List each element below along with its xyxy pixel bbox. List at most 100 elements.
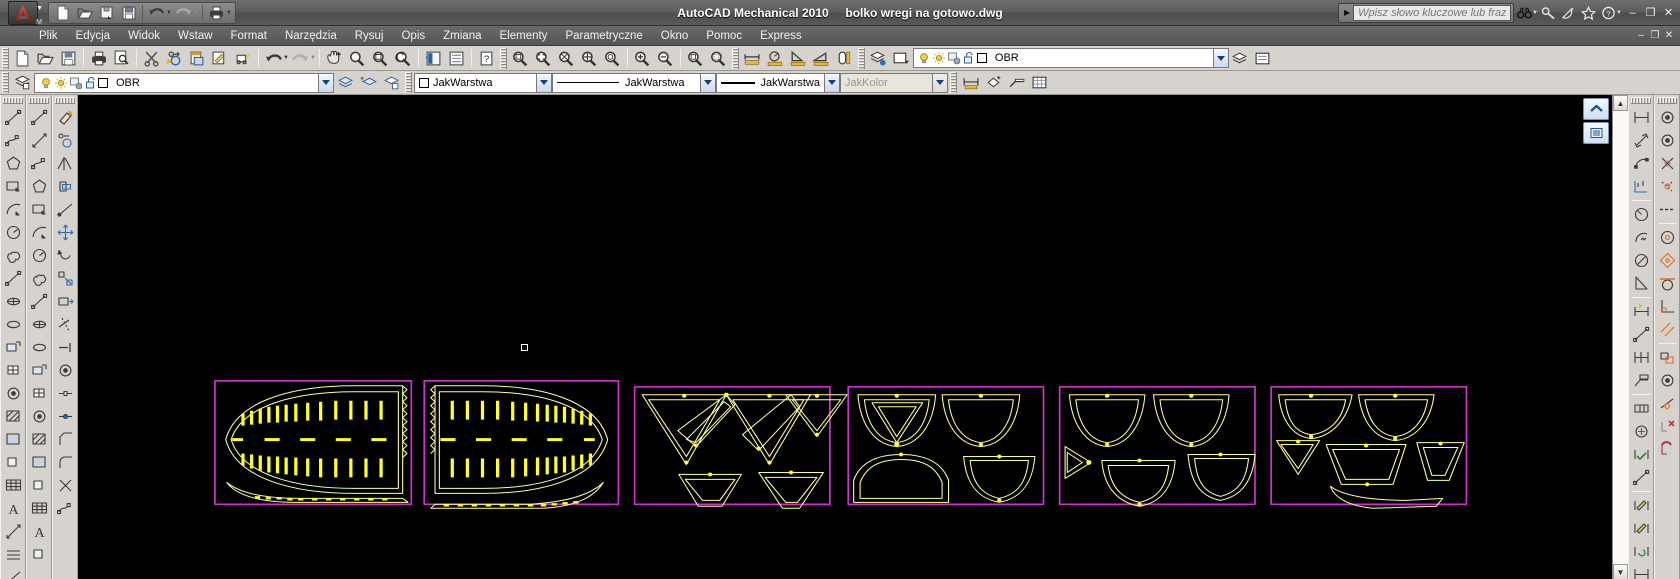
zoom-all-icon[interactable] — [684, 47, 707, 69]
construction-line-icon[interactable] — [2, 520, 25, 543]
dim-taper-icon[interactable] — [810, 47, 833, 69]
ray-icon[interactable] — [2, 566, 25, 579]
zoom-dynamic-icon[interactable] — [532, 47, 555, 69]
restore-document-button[interactable]: ❐ — [1648, 29, 1662, 42]
menu-edycja[interactable]: Edycja — [67, 28, 120, 44]
dim-edit-icon[interactable] — [1630, 494, 1653, 517]
plot-icon[interactable] — [87, 47, 110, 69]
menu-rysuj[interactable]: Rysuj — [346, 28, 393, 44]
dim-inspect-icon[interactable] — [1630, 443, 1653, 466]
mirror-icon[interactable] — [54, 152, 77, 175]
dim-linear-icon[interactable] — [1630, 106, 1653, 129]
linetype-dropdown-button[interactable] — [700, 72, 716, 93]
viewport-freeze-icon[interactable] — [947, 51, 962, 66]
osnap-intersection-icon[interactable] — [1656, 152, 1679, 175]
save-icon[interactable] — [118, 3, 139, 23]
spline-icon[interactable] — [2, 267, 25, 290]
scale-icon[interactable] — [54, 267, 77, 290]
pan-realtime-icon[interactable] — [323, 47, 346, 69]
dim-angular-icon[interactable] — [1630, 272, 1653, 295]
close-document-button[interactable]: ✕ — [1662, 29, 1676, 42]
hatch-icon[interactable] — [2, 405, 25, 428]
paste-icon[interactable] — [186, 47, 209, 69]
viewport-freeze-icon[interactable] — [68, 75, 83, 90]
view-cube-up-button[interactable] — [1583, 98, 1609, 120]
dim-radius-icon[interactable] — [1630, 203, 1653, 226]
menu-narzedzia[interactable]: Narzędzia — [276, 28, 346, 44]
menu-plik[interactable]: Plik — [30, 28, 67, 44]
layer-dropdown-button-2[interactable] — [318, 72, 334, 93]
rectangle-icon[interactable] — [2, 175, 25, 198]
table-icon[interactable] — [2, 474, 25, 497]
help-question-icon[interactable]: ? — [475, 47, 498, 69]
scroll-up-button[interactable]: ▲ — [1613, 95, 1628, 111]
ellipse-arc-icon[interactable] — [2, 313, 25, 336]
menu-pomoc[interactable]: Pomoc — [697, 28, 751, 44]
revcloud-icon[interactable] — [28, 267, 51, 290]
plot-icon[interactable] — [206, 3, 227, 23]
trim-icon[interactable] — [54, 313, 77, 336]
sun-thaw-icon[interactable] — [932, 51, 947, 66]
menu-parametryczne[interactable]: Parametryczne — [556, 28, 651, 44]
undo-caret-icon[interactable]: ▼ — [166, 10, 172, 16]
qat-overflow-caret-icon[interactable]: ▼ — [226, 10, 232, 16]
spline-icon[interactable] — [28, 290, 51, 313]
gradient-icon[interactable] — [28, 451, 51, 474]
dim-jogged-icon[interactable] — [1630, 226, 1653, 249]
open-file-icon[interactable] — [74, 3, 95, 23]
dim-diameter-icon[interactable] — [1630, 249, 1653, 272]
toolbar-grip-vertical-3[interactable] — [55, 97, 75, 104]
infocenter-search[interactable]: ▶ — [1337, 2, 1515, 23]
polygon-icon[interactable] — [28, 175, 51, 198]
navigation-bar-button[interactable] — [1583, 122, 1609, 144]
menu-opis[interactable]: Opis — [392, 28, 434, 44]
properties-palette-icon[interactable] — [422, 47, 445, 69]
point-icon[interactable] — [2, 382, 25, 405]
favorites-star-icon[interactable] — [1578, 3, 1598, 23]
toolbar-grip-vertical[interactable] — [3, 97, 23, 104]
toolbar-grip-vertical-5[interactable] — [1657, 97, 1677, 104]
dim-ordinate-icon[interactable] — [1630, 175, 1653, 198]
extend-icon[interactable] — [54, 336, 77, 359]
dim-arc-length-icon[interactable] — [1630, 152, 1653, 175]
move-icon[interactable] — [54, 221, 77, 244]
layer-control-dropdown-2[interactable]: OBR — [34, 72, 318, 93]
search-input[interactable] — [1353, 4, 1512, 21]
open-file-icon[interactable] — [34, 47, 57, 69]
osnap-quadrant-icon[interactable] — [1656, 249, 1679, 272]
linetype-control[interactable]: JakWarstwa — [552, 72, 700, 93]
dim-tolerance-icon[interactable] — [1630, 397, 1653, 420]
dim-style-control-icon[interactable] — [1630, 563, 1653, 579]
satellite-dish-icon[interactable] — [1558, 3, 1578, 23]
cut-icon[interactable] — [140, 47, 163, 69]
osnap-settings-icon[interactable] — [1656, 438, 1679, 461]
vertical-scrollbar[interactable]: ▲ ▼ — [1612, 95, 1628, 579]
osnap-node-icon[interactable] — [1656, 369, 1679, 392]
drawing-canvas[interactable] — [78, 95, 1612, 579]
styles-toolbar-grip[interactable] — [950, 72, 957, 93]
match-properties-icon[interactable] — [209, 47, 232, 69]
dim-linear-icon[interactable] — [741, 47, 764, 69]
scroll-down-button[interactable]: ▼ — [1613, 564, 1628, 579]
make-block-icon[interactable] — [28, 382, 51, 405]
polygon-icon[interactable] — [2, 152, 25, 175]
make-object-layer-current-icon[interactable] — [334, 72, 357, 94]
dim-style-icon[interactable] — [959, 72, 982, 94]
lightbulb-on-icon[interactable] — [917, 51, 932, 66]
copy-object-icon[interactable] — [54, 129, 77, 152]
layer-properties-icon[interactable] — [867, 47, 890, 69]
zoom-window-icon[interactable] — [369, 47, 392, 69]
infocenter-expand-icon[interactable]: ▶ — [1341, 8, 1353, 17]
color-dropdown-button[interactable] — [536, 72, 552, 93]
toolbar-grip-vertical-2[interactable] — [29, 97, 49, 104]
save-as-icon[interactable] — [96, 3, 117, 23]
sun-thaw-icon[interactable] — [53, 75, 68, 90]
dim-toolbar-grip[interactable] — [731, 47, 739, 69]
osnap-center-icon[interactable] — [1656, 226, 1679, 249]
region-icon[interactable] — [2, 451, 25, 474]
layer-previous-icon[interactable] — [890, 47, 913, 69]
redo-caret-icon[interactable]: ▼ — [193, 10, 199, 16]
dim-aligned-icon[interactable] — [1630, 129, 1653, 152]
layer-states-icon[interactable] — [1229, 47, 1252, 69]
copy-clip-icon[interactable] — [163, 47, 186, 69]
